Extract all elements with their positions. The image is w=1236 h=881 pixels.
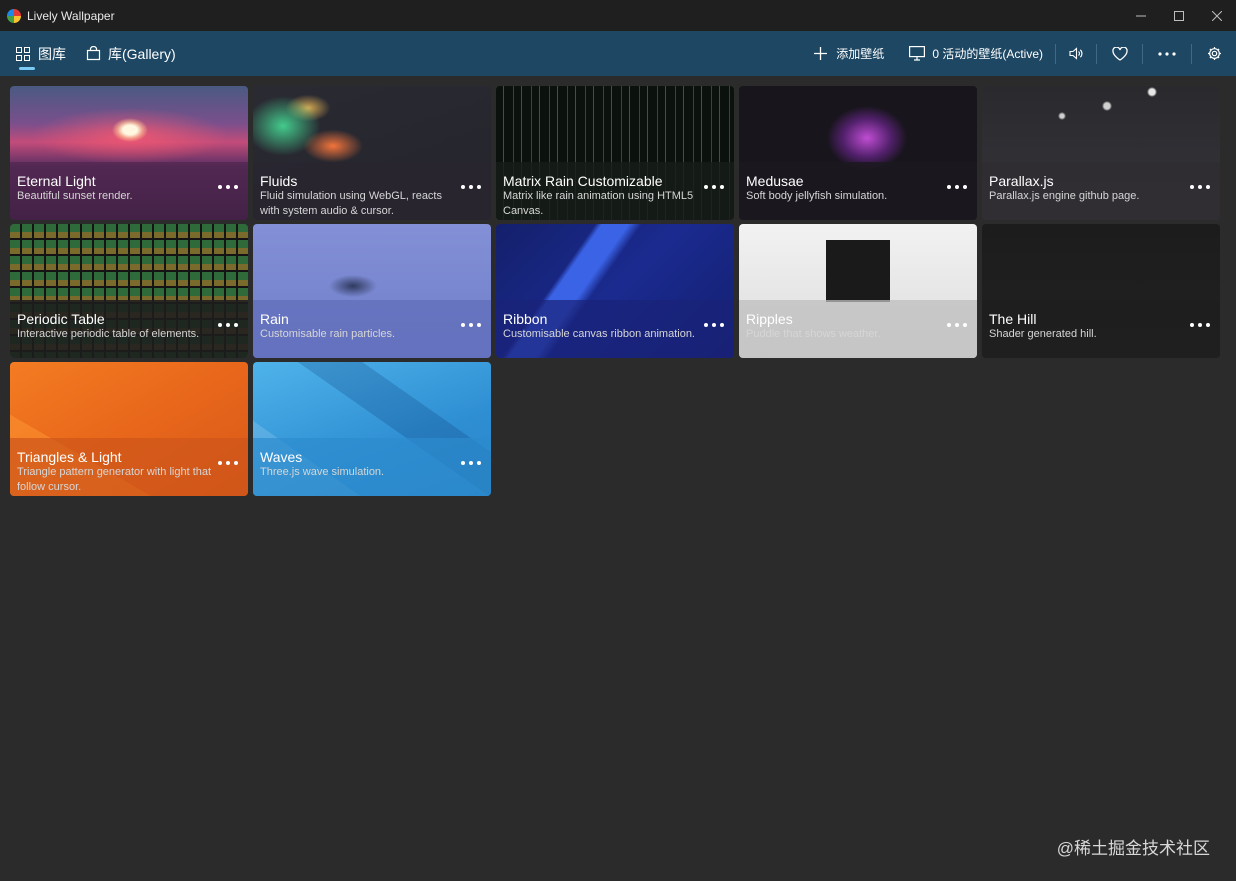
watermark: @稀土掘金技术社区 (1056, 839, 1210, 858)
wallpaper-title: Rain (260, 311, 289, 327)
active-wallpapers-button[interactable]: 0 活动的壁纸(Active) (909, 45, 1043, 62)
wallpaper-gallery: Eternal Light Beautiful sunset render. F… (10, 86, 1222, 496)
wallpaper-title: Fluids (260, 173, 298, 189)
wallpaper-description: Beautiful sunset render. (17, 190, 133, 202)
title-bar: Lively Wallpaper (0, 0, 1236, 31)
app-logo (7, 8, 21, 23)
wallpaper-card[interactable]: Parallax.js Parallax.js engine github pa… (982, 86, 1220, 220)
maximize-icon (1174, 10, 1184, 21)
wallpaper-card[interactable]: Ribbon Customisable canvas ribbon animat… (496, 224, 734, 358)
wallpaper-description: Shader generated hill. (989, 328, 1097, 340)
wallpaper-card[interactable]: Eternal Light Beautiful sunset render. (10, 86, 248, 220)
window-controls (1122, 0, 1236, 31)
heart-icon (1111, 46, 1128, 61)
wallpaper-title: Medusae (746, 173, 804, 189)
wallpaper-card[interactable]: Matrix Rain Customizable Matrix like rai… (496, 86, 734, 220)
wallpaper-title: Matrix Rain Customizable (503, 173, 663, 189)
wallpaper-description: Parallax.js engine github page. (989, 190, 1140, 202)
tab-label: 库(Gallery) (108, 45, 176, 62)
more-options-icon[interactable] (704, 182, 724, 192)
more-options-icon[interactable] (218, 320, 238, 330)
volume-button[interactable] (1056, 47, 1096, 60)
wallpaper-description: Customisable canvas ribbon animation. (503, 328, 695, 340)
gear-icon (1207, 47, 1221, 60)
monitor-icon (909, 46, 926, 61)
wallpaper-title: Waves (260, 449, 303, 465)
add-wallpaper-label: 添加壁纸 (836, 47, 885, 61)
wallpaper-card[interactable]: Waves Three.js wave simulation. (253, 362, 491, 496)
more-options-icon[interactable] (461, 458, 481, 468)
wallpaper-description: Fluid simulation using WebGL, reacts wit… (260, 190, 442, 217)
speaker-icon (1069, 47, 1083, 60)
plus-icon (814, 47, 828, 60)
favorite-button[interactable] (1097, 46, 1142, 61)
maximize-button[interactable] (1160, 0, 1198, 31)
more-options-icon[interactable] (218, 458, 238, 468)
add-wallpaper-button[interactable]: 添加壁纸 (814, 45, 884, 62)
close-icon (1212, 10, 1222, 21)
wallpaper-title: The Hill (989, 311, 1037, 327)
wallpaper-card[interactable]: Medusae Soft body jellyfish simulation. (739, 86, 977, 220)
wallpaper-card[interactable]: Fluids Fluid simulation using WebGL, rea… (253, 86, 491, 220)
more-options-icon[interactable] (218, 182, 238, 192)
wallpaper-description: Matrix like rain animation using HTML5 C… (503, 190, 694, 217)
shopping-bag-icon (86, 46, 101, 61)
active-tab-indicator (19, 67, 35, 70)
wallpaper-description: Three.js wave simulation. (260, 466, 385, 478)
wallpaper-card[interactable]: Periodic Table Interactive periodic tabl… (10, 224, 248, 358)
toolbar-actions: 添加壁纸 0 活动的壁纸(Active) (814, 31, 1236, 76)
tab-gallery[interactable]: 库(Gallery) (86, 31, 176, 76)
tab-gallery-library[interactable]: 图库 (0, 31, 70, 76)
nav-bar: 图库 库(Gallery) 添加壁纸 0 活动的壁纸(Active) (0, 31, 1236, 76)
wallpaper-title: Periodic Table (17, 311, 105, 327)
minimize-icon (1136, 15, 1146, 16)
wallpaper-card[interactable]: Rain Customisable rain particles. (253, 224, 491, 358)
more-options-icon[interactable] (947, 320, 967, 330)
wallpaper-title: Ripples (746, 311, 793, 327)
wallpaper-title: Triangles & Light (17, 449, 122, 465)
grid-icon (16, 46, 30, 61)
active-wallpapers-label: 0 活动的壁纸(Active) (932, 47, 1043, 61)
minimize-button[interactable] (1122, 0, 1160, 31)
wallpaper-card[interactable]: Ripples Puddle that shows weather. (739, 224, 977, 358)
tab-label: 图库 (38, 45, 66, 62)
window-title: Lively Wallpaper (27, 8, 115, 23)
more-options-icon[interactable] (461, 182, 481, 192)
more-horizontal-icon (1158, 51, 1176, 56)
more-options-icon[interactable] (1190, 182, 1210, 192)
wallpaper-card[interactable]: Triangles & Light Triangle pattern gener… (10, 362, 248, 496)
wallpaper-title: Eternal Light (17, 173, 96, 189)
wallpaper-title: Ribbon (503, 311, 548, 327)
wallpaper-description: Interactive periodic table of elements. (17, 328, 200, 340)
wallpaper-description: Puddle that shows weather. (746, 328, 881, 340)
more-options-icon[interactable] (947, 182, 967, 192)
wallpaper-title: Parallax.js (989, 173, 1054, 189)
wallpaper-description: Triangle pattern generator with light th… (17, 466, 212, 493)
more-options-icon[interactable] (704, 320, 724, 330)
more-options-icon[interactable] (1190, 320, 1210, 330)
close-button[interactable] (1198, 0, 1236, 31)
settings-button[interactable] (1192, 46, 1236, 61)
wallpaper-description: Soft body jellyfish simulation. (746, 190, 888, 202)
more-options-icon[interactable] (461, 320, 481, 330)
wallpaper-description: Customisable rain particles. (260, 328, 396, 340)
more-options-button[interactable] (1143, 51, 1191, 56)
wallpaper-card[interactable]: The Hill Shader generated hill. (982, 224, 1220, 358)
